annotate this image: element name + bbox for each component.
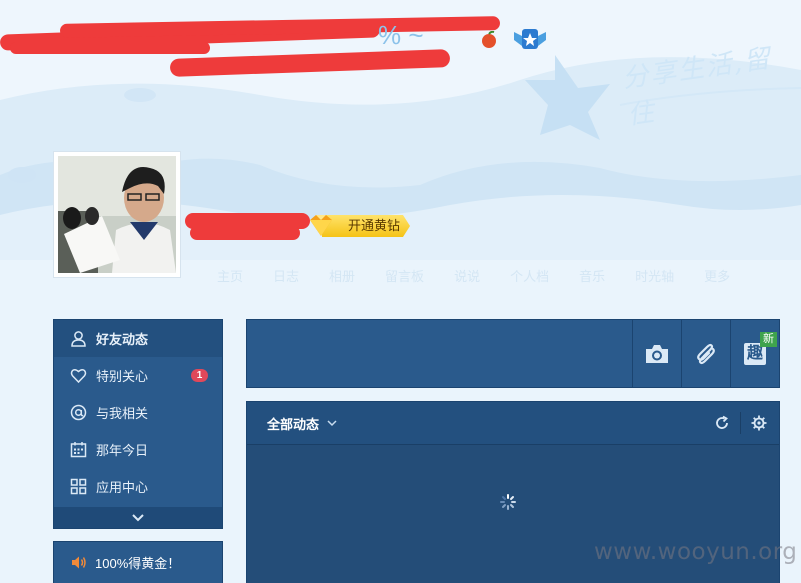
at-icon: [70, 404, 87, 421]
camera-icon: [646, 344, 668, 363]
post-composer[interactable]: 趣 新: [246, 319, 780, 388]
fun-button[interactable]: 趣 新: [730, 320, 779, 387]
feed-actions: [714, 402, 779, 444]
avatar-photo: [58, 156, 176, 273]
nav-album[interactable]: 相册: [329, 266, 355, 285]
heart-icon: [70, 368, 87, 384]
profile-nav: 主页 日志 相册 留言板 说说 个人档 音乐 时光轴 更多: [217, 266, 730, 285]
gold-promo-link[interactable]: 100%得黄金！: [53, 541, 223, 583]
fun-icon-label: 趣: [746, 344, 763, 362]
feed-filter-dropdown[interactable]: 全部动态: [267, 414, 337, 433]
chevron-down-icon: [327, 419, 337, 426]
settings-gear-icon[interactable]: [751, 415, 767, 431]
sidebar-item-mentions[interactable]: 与我相关: [54, 394, 222, 431]
redacted-username: [10, 42, 210, 54]
feed-header: 全部动态: [247, 402, 779, 445]
sidebar-item-label: 特别关心: [96, 369, 149, 384]
apple-badge-icon[interactable]: [481, 31, 499, 49]
nav-blog[interactable]: 日志: [273, 266, 299, 285]
sidebar-item-label: 与我相关: [96, 406, 149, 421]
sidebar-item-app-center[interactable]: 应用中心: [54, 468, 222, 505]
apps-grid-icon: [70, 478, 87, 495]
nav-home[interactable]: 主页: [217, 266, 243, 285]
nav-profile[interactable]: 个人档: [510, 266, 549, 285]
nav-more[interactable]: 更多: [704, 266, 730, 285]
nav-shuoshuo[interactable]: 说说: [454, 266, 480, 285]
link-button[interactable]: [681, 320, 730, 387]
site-watermark: www.wooyun.org: [594, 539, 798, 565]
header-glyphs: % ~: [378, 20, 424, 50]
sidebar-item-on-this-day[interactable]: 那年今日: [54, 431, 222, 468]
speaker-icon: [72, 556, 86, 569]
divider: [740, 412, 741, 434]
sidebar-expand-button[interactable]: [54, 507, 222, 528]
sidebar: 好友动态 特别关心 1 与我相关 那年今日 应用中心: [53, 319, 223, 529]
sidebar-item-label: 好友动态: [96, 332, 149, 347]
open-yellow-diamond-button[interactable]: 开通黄钻: [306, 214, 411, 238]
sidebar-item-label: 那年今日: [96, 443, 149, 458]
chevron-down-icon: [132, 513, 144, 521]
photo-button[interactable]: [632, 320, 681, 387]
diamond-icon: [310, 215, 332, 236]
sidebar-item-special-care[interactable]: 特别关心 1: [54, 357, 222, 394]
sidebar-item-label: 应用中心: [96, 480, 149, 495]
nav-timeline[interactable]: 时光轴: [635, 266, 674, 285]
person-icon: [71, 331, 86, 347]
profile-avatar[interactable]: [53, 151, 181, 278]
nav-guestbook[interactable]: 留言板: [385, 266, 424, 285]
redacted-nickname: [190, 226, 300, 240]
feed-filter-label: 全部动态: [267, 416, 320, 432]
link-icon: [697, 343, 715, 364]
nav-music[interactable]: 音乐: [579, 266, 605, 285]
promo-label: 100%得黄金！: [95, 556, 181, 571]
refresh-icon[interactable]: [714, 415, 730, 431]
new-tag: 新: [760, 332, 777, 347]
sidebar-item-friend-feed[interactable]: 好友动态: [54, 320, 222, 357]
notification-badge: 1: [191, 369, 208, 382]
calendar-icon: [70, 442, 87, 458]
loading-spinner-icon: [500, 494, 516, 510]
level-badge-icon[interactable]: [512, 26, 548, 52]
